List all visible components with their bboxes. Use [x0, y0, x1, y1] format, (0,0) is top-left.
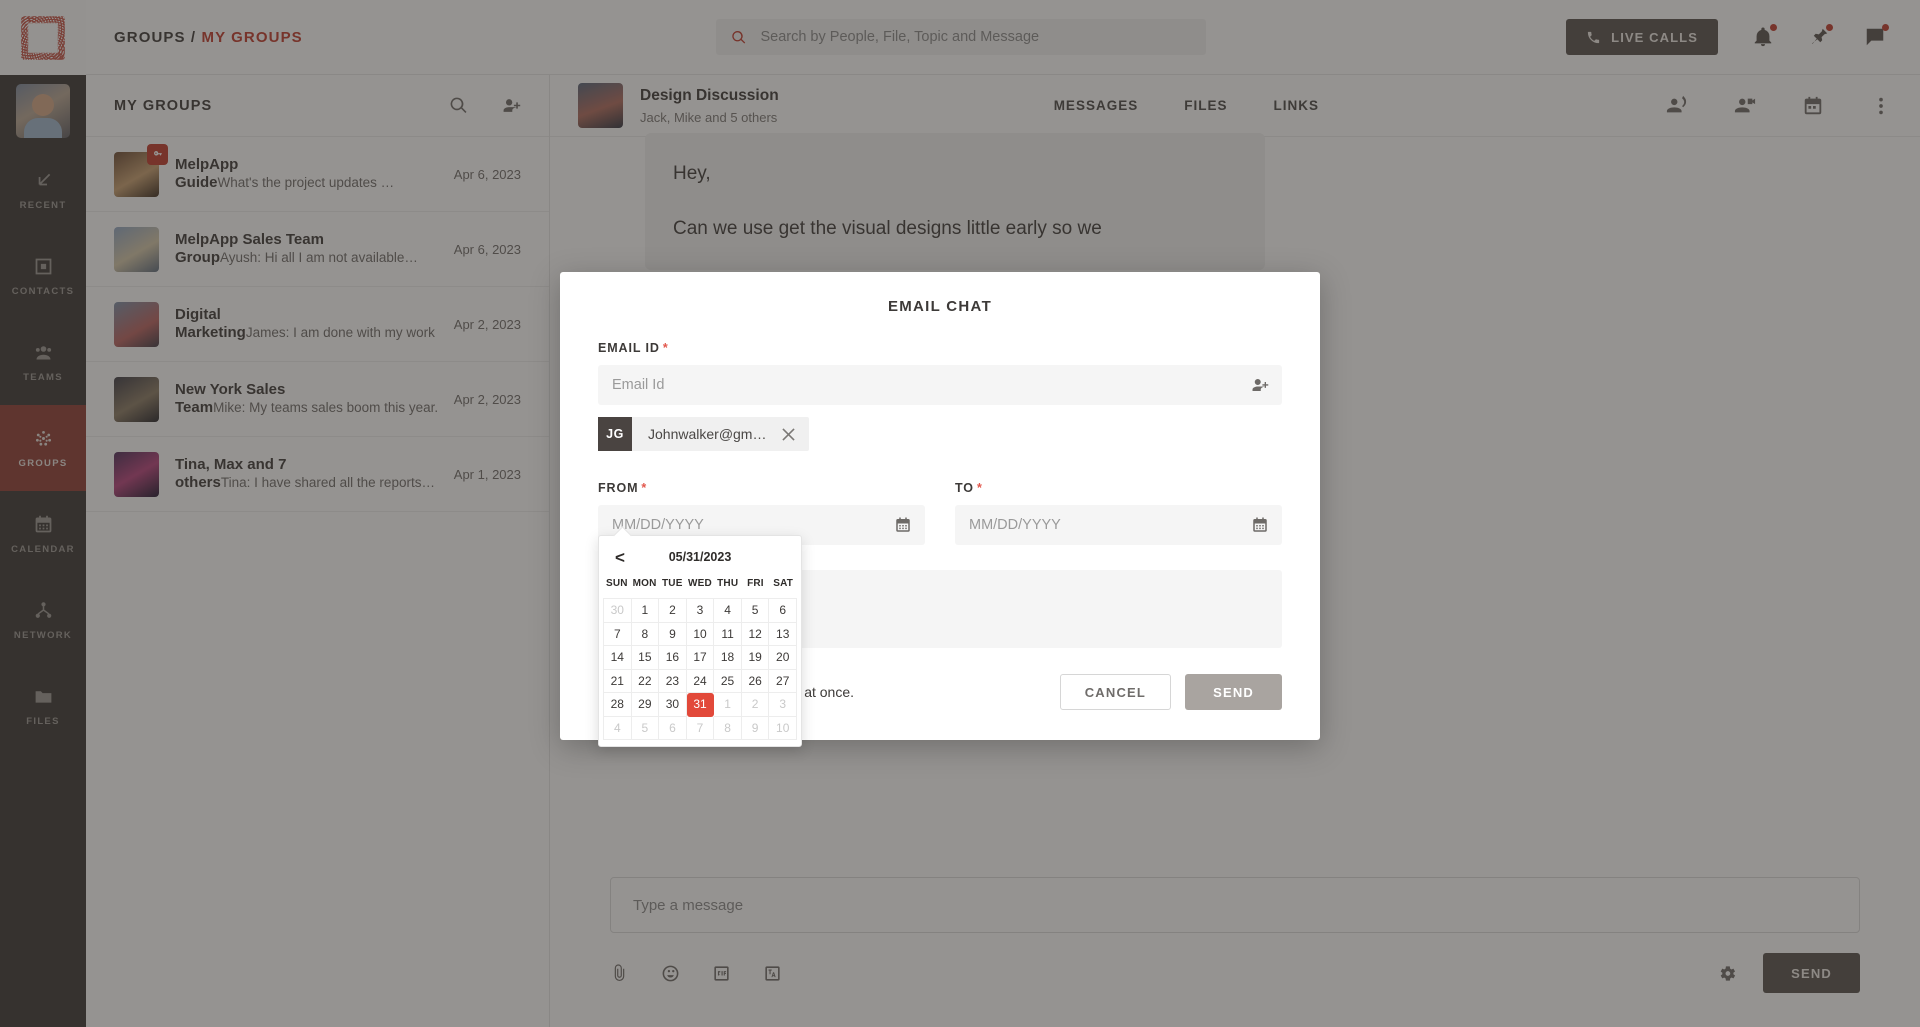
email-id-label-text: EMAIL ID [598, 341, 660, 355]
date-picker-day-grid: 30 1 2 3 4 5 6 7 8 9 10 11 12 13 14 15 16 17 18 19 20 21 22 23 2… [603, 598, 797, 740]
to-date-input[interactable] [969, 517, 1268, 533]
day-cell[interactable]: 18 [714, 646, 742, 670]
day-cell[interactable]: 26 [741, 669, 770, 693]
day-cell[interactable]: 23 [659, 669, 687, 693]
add-contact-icon[interactable] [1251, 376, 1269, 394]
weekday-thu: THU [717, 578, 739, 589]
from-label: FROM * [598, 481, 925, 495]
day-cell[interactable]: 28 [604, 693, 632, 717]
email-chip[interactable]: JG Johnwalker@gmai… [598, 417, 809, 451]
weekday-fri: FRI [747, 578, 764, 589]
day-cell[interactable]: 1 [714, 693, 742, 717]
day-cell[interactable]: 12 [741, 622, 770, 646]
date-picker-header: < 05/31/2023 [599, 536, 801, 578]
day-cell[interactable]: 8 [714, 716, 742, 740]
day-cell[interactable]: 5 [631, 716, 660, 740]
chip-initials: JG [598, 417, 632, 451]
email-id-field[interactable] [598, 365, 1282, 405]
to-label: TO * [955, 481, 1282, 495]
day-cell[interactable]: 7 [686, 716, 715, 740]
calendar-icon [896, 517, 910, 532]
day-cell[interactable]: 9 [741, 716, 770, 740]
weekday-tue: TUE [661, 578, 683, 589]
date-picker-current-date: 05/31/2023 [668, 550, 732, 564]
day-cell[interactable]: 6 [659, 716, 687, 740]
day-cell[interactable]: 30 [604, 599, 632, 623]
required-asterisk: * [641, 481, 648, 495]
from-date-input[interactable] [612, 517, 911, 533]
send-button[interactable]: SEND [1185, 674, 1282, 710]
day-cell[interactable]: 7 [604, 622, 632, 646]
from-date-column: FROM* < 05/31/2023 SUN MON TUE WED THU FRI SAT [598, 481, 925, 747]
weekday-mon: MON [632, 578, 657, 589]
weekday-sat: SAT [773, 578, 794, 589]
day-cell-selected[interactable]: 31 [686, 693, 715, 717]
day-cell[interactable]: 21 [604, 669, 632, 693]
day-cell[interactable]: 16 [659, 646, 687, 670]
required-asterisk: * [662, 341, 669, 355]
from-date-picker: < 05/31/2023 SUN MON TUE WED THU FRI SAT 30 1 2 3… [598, 526, 802, 747]
day-cell[interactable]: 15 [631, 646, 660, 670]
day-cell[interactable]: 25 [714, 669, 742, 693]
chip-email: Johnwalker@gmai… [648, 426, 778, 442]
chip-remove-button[interactable] [782, 427, 809, 441]
day-cell[interactable]: 3 [686, 599, 715, 623]
day-cell[interactable]: 29 [631, 693, 660, 717]
email-chat-dialog: EMAIL CHAT EMAIL ID* JG Johnwalker@gmai… [560, 272, 1320, 747]
day-cell[interactable]: 4 [714, 599, 742, 623]
day-cell[interactable]: 2 [659, 599, 687, 623]
cancel-button[interactable]: CANCEL [1059, 674, 1172, 710]
day-cell[interactable]: 3 [769, 693, 797, 717]
day-cell[interactable]: 20 [769, 646, 797, 670]
day-cell[interactable]: 14 [604, 646, 632, 670]
app-root: RECENTCONTACTSTEAMSGROUPSCALENDARNETWORK… [0, 0, 1920, 1027]
dialog-title: EMAIL CHAT [887, 298, 993, 315]
date-range-row: FROM* < 05/31/2023 SUNMONTUEWEDTHUFRISAT [598, 481, 1282, 747]
required-asterisk: * [976, 481, 983, 495]
day-cell[interactable]: 30 [659, 693, 687, 717]
day-cell[interactable]: 22 [631, 669, 660, 693]
day-cell[interactable]: 9 [659, 622, 687, 646]
email-chip-row: JG Johnwalker@gmai… [598, 417, 1282, 451]
day-cell[interactable]: 17 [686, 646, 715, 670]
day-cell[interactable]: 11 [714, 622, 742, 646]
day-cell[interactable]: 24 [686, 669, 715, 693]
day-cell[interactable]: 19 [741, 646, 770, 670]
to-label-text: TO [955, 481, 974, 495]
to-date-column: TO * [955, 481, 1282, 545]
from-label-text: FROM [598, 481, 639, 495]
day-cell[interactable]: 8 [631, 622, 660, 646]
day-cell[interactable]: 13 [769, 622, 797, 646]
close-icon [782, 427, 795, 441]
weekday-sun: SUN [605, 578, 628, 589]
day-cell[interactable]: 4 [604, 716, 632, 740]
day-cell[interactable]: 1 [631, 599, 660, 623]
day-cell[interactable]: 6 [769, 599, 797, 623]
to-date-field[interactable] [955, 505, 1282, 545]
to-calendar-button[interactable] [1251, 516, 1269, 534]
email-id-label: EMAIL ID * [598, 341, 1282, 355]
calendar-icon [1253, 517, 1267, 532]
email-id-input[interactable] [612, 377, 1268, 393]
prev-month-button[interactable]: < [615, 549, 625, 566]
day-cell[interactable]: 10 [686, 622, 715, 646]
from-calendar-button[interactable] [894, 516, 912, 534]
weekday-wed: WED [688, 578, 712, 589]
day-cell[interactable]: 2 [741, 693, 770, 717]
day-cell[interactable]: 5 [741, 599, 770, 623]
date-picker-weekday-row: SUN MON TUE WED THU FRI SAT [599, 578, 801, 598]
day-cell[interactable]: 10 [769, 716, 797, 740]
day-cell[interactable]: 27 [769, 669, 797, 693]
